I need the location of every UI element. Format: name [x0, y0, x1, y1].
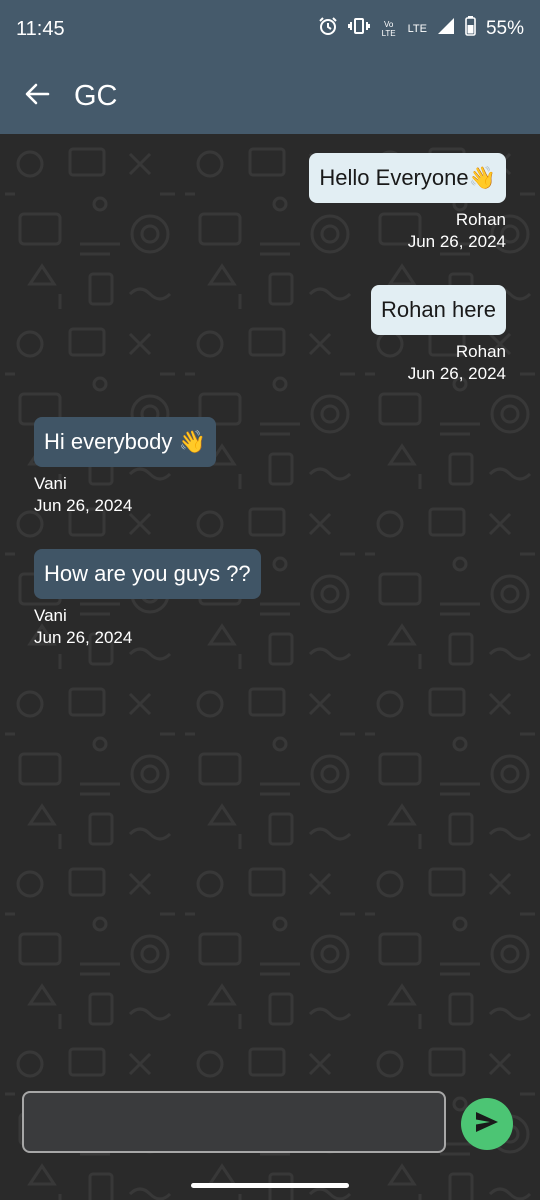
message-bubble[interactable]: How are you guys ??	[34, 549, 261, 599]
back-button[interactable]	[0, 58, 74, 134]
message-date: Jun 26, 2024	[407, 364, 506, 383]
send-button[interactable]	[461, 1098, 513, 1150]
alarm-icon	[318, 16, 338, 42]
message-input[interactable]	[22, 1091, 446, 1153]
network-label: LTE	[407, 23, 427, 35]
message-4: How are you guys ?? Vani Jun 26, 2024	[34, 549, 261, 649]
home-indicator[interactable]	[191, 1183, 349, 1188]
send-icon	[475, 1111, 499, 1138]
message-bubble[interactable]: Rohan here	[371, 285, 506, 335]
status-bar: 11:45 Vo LTE LTE 55%	[0, 0, 540, 58]
battery-icon	[465, 16, 476, 42]
chat-title: GC	[74, 79, 118, 112]
message-sender: Vani	[34, 474, 67, 493]
status-time: 11:45	[16, 17, 65, 40]
chat-header: GC	[0, 58, 540, 134]
message-date: Jun 26, 2024	[407, 232, 506, 251]
message-bubble[interactable]: Hi everybody 👋	[34, 417, 216, 467]
message-date: Jun 26, 2024	[34, 628, 133, 647]
message-sender: Rohan	[455, 342, 506, 361]
vibrate-icon	[347, 16, 370, 42]
battery-percent: 55%	[485, 18, 524, 39]
message-1: Hello Everyone👋 Rohan Jun 26, 2024	[309, 153, 506, 253]
arrow-back-icon	[24, 81, 50, 112]
message-sender: Vani	[34, 606, 67, 625]
message-bubble[interactable]: Hello Everyone👋	[309, 153, 506, 203]
message-2: Rohan here Rohan Jun 26, 2024	[371, 285, 506, 385]
message-3: Hi everybody 👋 Vani Jun 26, 2024	[34, 417, 216, 517]
message-sender: Rohan	[455, 210, 506, 229]
signal-icon	[437, 17, 455, 41]
volte-icon: Vo LTE	[381, 20, 396, 38]
status-icons: Vo LTE LTE 55%	[318, 16, 524, 42]
message-date: Jun 26, 2024	[34, 496, 133, 515]
